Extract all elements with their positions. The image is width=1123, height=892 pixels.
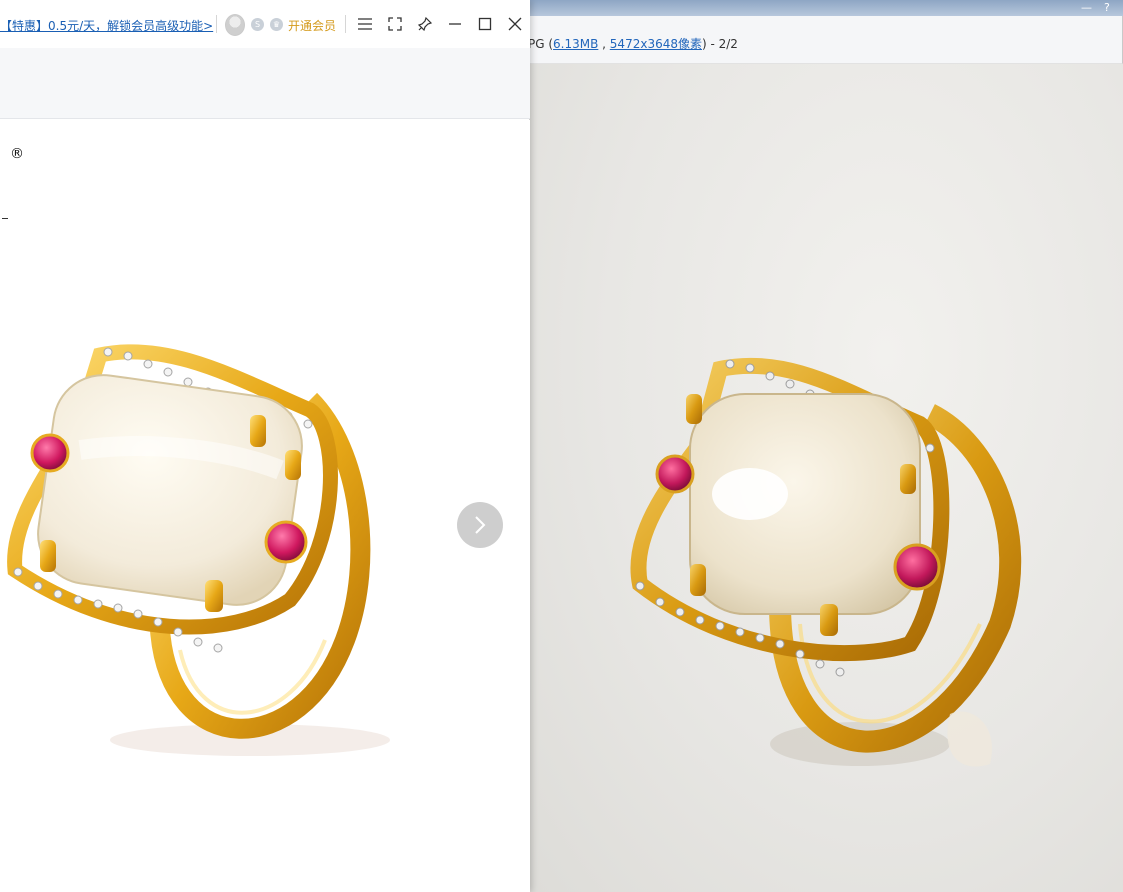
minimize-button[interactable] <box>443 12 467 36</box>
viewer-photo <box>530 64 1123 892</box>
viewer-title-strip: — ? <box>530 0 1123 16</box>
ring-photo-original <box>630 357 1022 767</box>
file-format-prefix: PG ( <box>528 37 554 51</box>
fullscreen-icon <box>388 17 402 31</box>
user-avatar-icon[interactable] <box>225 14 245 36</box>
viewer-help-button[interactable]: ? <box>1104 1 1110 14</box>
file-size-link[interactable]: 6.13MB <box>553 37 598 51</box>
chevron-right-icon <box>475 516 486 534</box>
viewer-minimize-button[interactable]: — <box>1081 1 1092 14</box>
pin-icon <box>418 17 432 31</box>
app-window: 【特惠】0.5元/天，解锁会员高级功能> S ♛ 开通会员 ® <box>0 0 530 892</box>
app-title-bar: 【特惠】0.5元/天，解锁会员高级功能> S ♛ 开通会员 <box>0 0 530 48</box>
next-image-button[interactable] <box>457 502 503 548</box>
image-dimensions-link[interactable]: 5472x3648像素 <box>610 37 702 51</box>
file-info-text: PG (6.13MB , 5472x3648像素) - 2/2 <box>528 35 738 52</box>
image-viewer-window: — ? PG (6.13MB , 5472x3648像素) - 2/2 <box>528 0 1123 892</box>
viewer-info-bar: PG (6.13MB , 5472x3648像素) - 2/2 <box>528 16 1123 64</box>
close-icon <box>508 17 522 31</box>
minimize-icon <box>449 23 461 25</box>
info-separator: , <box>598 37 610 51</box>
title-divider-2 <box>345 15 346 33</box>
ring-photo-retouched <box>7 344 390 756</box>
menu-button[interactable] <box>353 12 377 36</box>
maximize-button[interactable] <box>473 12 497 36</box>
menu-icon <box>358 18 372 30</box>
close-button[interactable] <box>503 12 527 36</box>
app-toolbar-area <box>0 48 530 119</box>
title-divider <box>216 15 217 33</box>
product-image-panel: ® <box>0 120 530 892</box>
promo-link[interactable]: 【特惠】0.5元/天，解锁会员高级功能> <box>0 17 213 34</box>
maximize-icon <box>478 17 492 31</box>
fullscreen-button[interactable] <box>383 12 407 36</box>
vip-open-button[interactable]: 开通会员 <box>288 17 336 34</box>
level-badge-icon: S <box>251 18 264 31</box>
crown-badge-icon: ♛ <box>270 18 283 31</box>
pin-button[interactable] <box>413 12 437 36</box>
page-indicator: ) - 2/2 <box>701 37 738 51</box>
